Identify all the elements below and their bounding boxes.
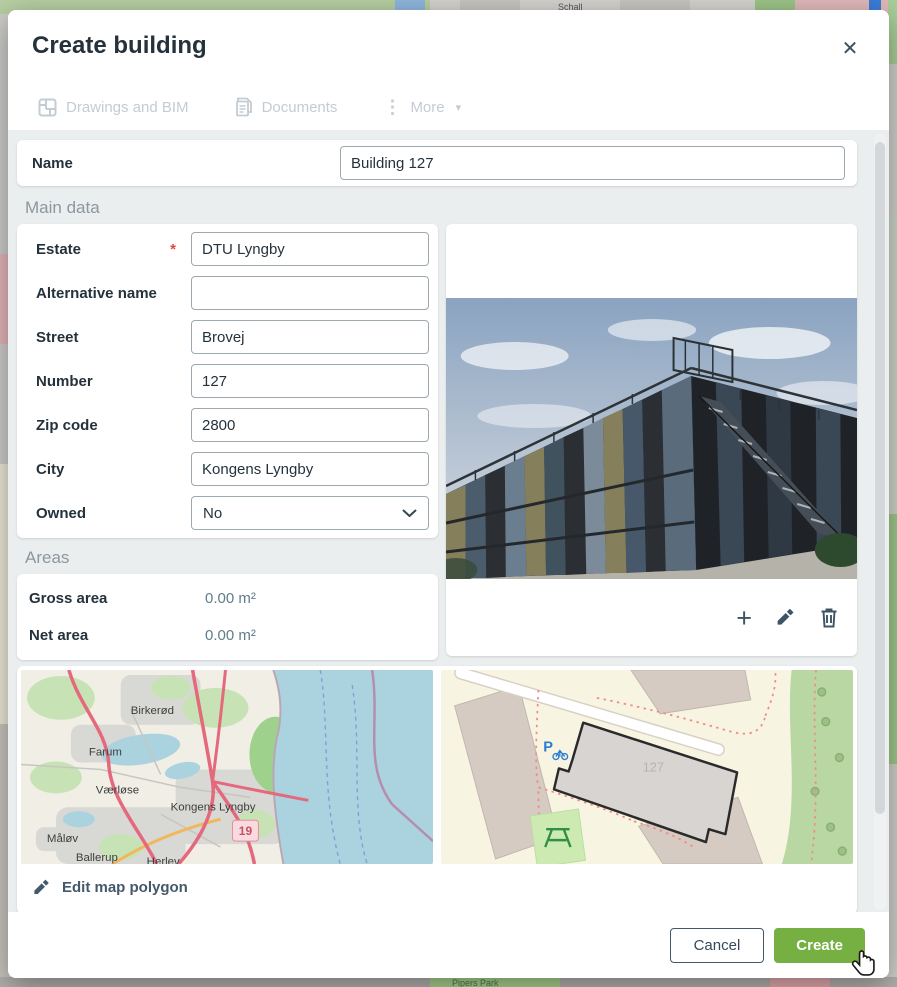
cancel-button[interactable]: Cancel	[670, 928, 765, 963]
town-label-malov: Måløv	[47, 833, 78, 845]
tab-more[interactable]: ⋮ More ▾	[383, 99, 461, 116]
photo-spacer	[446, 224, 857, 298]
site-building-label: 127	[643, 759, 664, 774]
dialog-body: Name Main data Estate * Alternative name	[8, 130, 889, 912]
name-label: Name	[32, 155, 340, 172]
overview-map-art: Birkerød Farum Værløse Kongens Lyngby Må…	[21, 670, 433, 864]
city-input[interactable]	[191, 452, 429, 486]
tab-label: More	[410, 99, 444, 116]
tab-label: Drawings and BIM	[66, 99, 189, 116]
dialog-header: Create building ✕ Drawings and BIM Docum…	[8, 10, 889, 130]
field-row-owned: Owned No	[17, 491, 438, 535]
chevron-down-icon	[402, 509, 417, 518]
bg-label-park: Pipers Park	[452, 978, 499, 987]
gross-area-value: 0.00 m²	[205, 590, 256, 607]
main-data-column: Estate * Alternative name Street Number	[17, 224, 438, 660]
pencil-icon	[775, 607, 796, 628]
building-photo	[446, 298, 857, 579]
scrollbar-track[interactable]	[874, 134, 886, 910]
city-label: City	[36, 461, 64, 478]
plus-icon: +	[736, 606, 752, 630]
field-row-zip-code: Zip code	[17, 403, 438, 447]
required-asterisk: *	[170, 241, 176, 258]
edit-map-polygon-button[interactable]: Edit map polygon	[21, 864, 853, 910]
areas-card: Gross area 0.00 m² Net area 0.00 m²	[17, 574, 438, 660]
tab-documents[interactable]: Documents	[235, 97, 338, 117]
street-input[interactable]	[191, 320, 429, 354]
field-row-city: City	[17, 447, 438, 491]
trash-icon	[819, 607, 839, 629]
net-area-row: Net area 0.00 m²	[17, 617, 438, 654]
maps-card: Birkerød Farum Værløse Kongens Lyngby Må…	[17, 666, 857, 912]
town-label-birkerod: Birkerød	[131, 705, 174, 717]
delete-photo-button[interactable]	[819, 607, 839, 629]
zip-code-input[interactable]	[191, 408, 429, 442]
tab-label: Documents	[262, 99, 338, 116]
field-row-number: Number	[17, 359, 438, 403]
name-row: Name	[17, 140, 857, 186]
estate-label: Estate	[36, 241, 81, 258]
net-area-value: 0.00 m²	[205, 627, 256, 644]
chevron-down-icon: ▾	[456, 101, 462, 114]
dialog-footer: Cancel Create	[8, 912, 889, 978]
create-button[interactable]: Create	[774, 928, 865, 963]
site-map-art: 127 P	[441, 670, 853, 864]
parking-icon: P	[543, 739, 553, 755]
gross-area-label: Gross area	[29, 590, 205, 607]
field-row-estate: Estate *	[17, 227, 438, 271]
main-data-card: Estate * Alternative name Street Number	[17, 224, 438, 538]
owned-label: Owned	[36, 505, 86, 522]
alternative-name-input[interactable]	[191, 276, 429, 310]
owned-select[interactable]: No	[191, 496, 429, 530]
overview-map[interactable]: Birkerød Farum Værløse Kongens Lyngby Må…	[21, 670, 433, 864]
edit-photo-button[interactable]	[775, 607, 796, 628]
documents-icon	[235, 97, 253, 117]
scrollbar-thumb[interactable]	[875, 142, 885, 814]
field-row-alternative-name: Alternative name	[17, 271, 438, 315]
town-label-ballerup: Ballerup	[76, 852, 118, 864]
floorplan-icon	[38, 98, 57, 117]
field-row-street: Street	[17, 315, 438, 359]
net-area-label: Net area	[29, 627, 205, 644]
photo-card: +	[446, 224, 857, 656]
photo-actions: +	[446, 579, 857, 656]
road-badge-19: 19	[239, 824, 253, 838]
main-data-section-title: Main data	[25, 198, 857, 218]
number-label: Number	[36, 373, 93, 390]
town-label-kongens-lyngby: Kongens Lyngby	[171, 801, 256, 813]
edit-map-polygon-label: Edit map polygon	[62, 879, 188, 896]
alternative-name-label: Alternative name	[36, 285, 157, 302]
building-photo-art	[446, 298, 857, 579]
dialog-title: Create building	[32, 32, 207, 60]
add-photo-button[interactable]: +	[736, 606, 752, 630]
close-icon[interactable]: ✕	[837, 36, 863, 62]
estate-input[interactable]	[191, 232, 429, 266]
owned-select-value: No	[203, 505, 222, 522]
site-map[interactable]: 127 P	[441, 670, 853, 864]
dialog-tabs: Drawings and BIM Documents ⋮ More ▾	[38, 97, 461, 117]
zip-code-label: Zip code	[36, 417, 98, 434]
town-label-farum: Farum	[89, 747, 122, 759]
number-input[interactable]	[191, 364, 429, 398]
gross-area-row: Gross area 0.00 m²	[17, 580, 438, 617]
pencil-icon	[32, 878, 51, 897]
town-label-herlev: Herlev	[147, 856, 180, 864]
areas-section-title: Areas	[25, 548, 438, 568]
create-building-dialog: Create building ✕ Drawings and BIM Docum…	[8, 10, 889, 978]
tab-drawings-and-bim[interactable]: Drawings and BIM	[38, 98, 189, 117]
street-label: Street	[36, 329, 79, 346]
name-input[interactable]	[340, 146, 845, 180]
maps-row: Birkerød Farum Værløse Kongens Lyngby Må…	[21, 670, 853, 864]
kebab-icon: ⋮	[383, 100, 401, 114]
town-label-vaerlose: Værløse	[96, 784, 139, 796]
